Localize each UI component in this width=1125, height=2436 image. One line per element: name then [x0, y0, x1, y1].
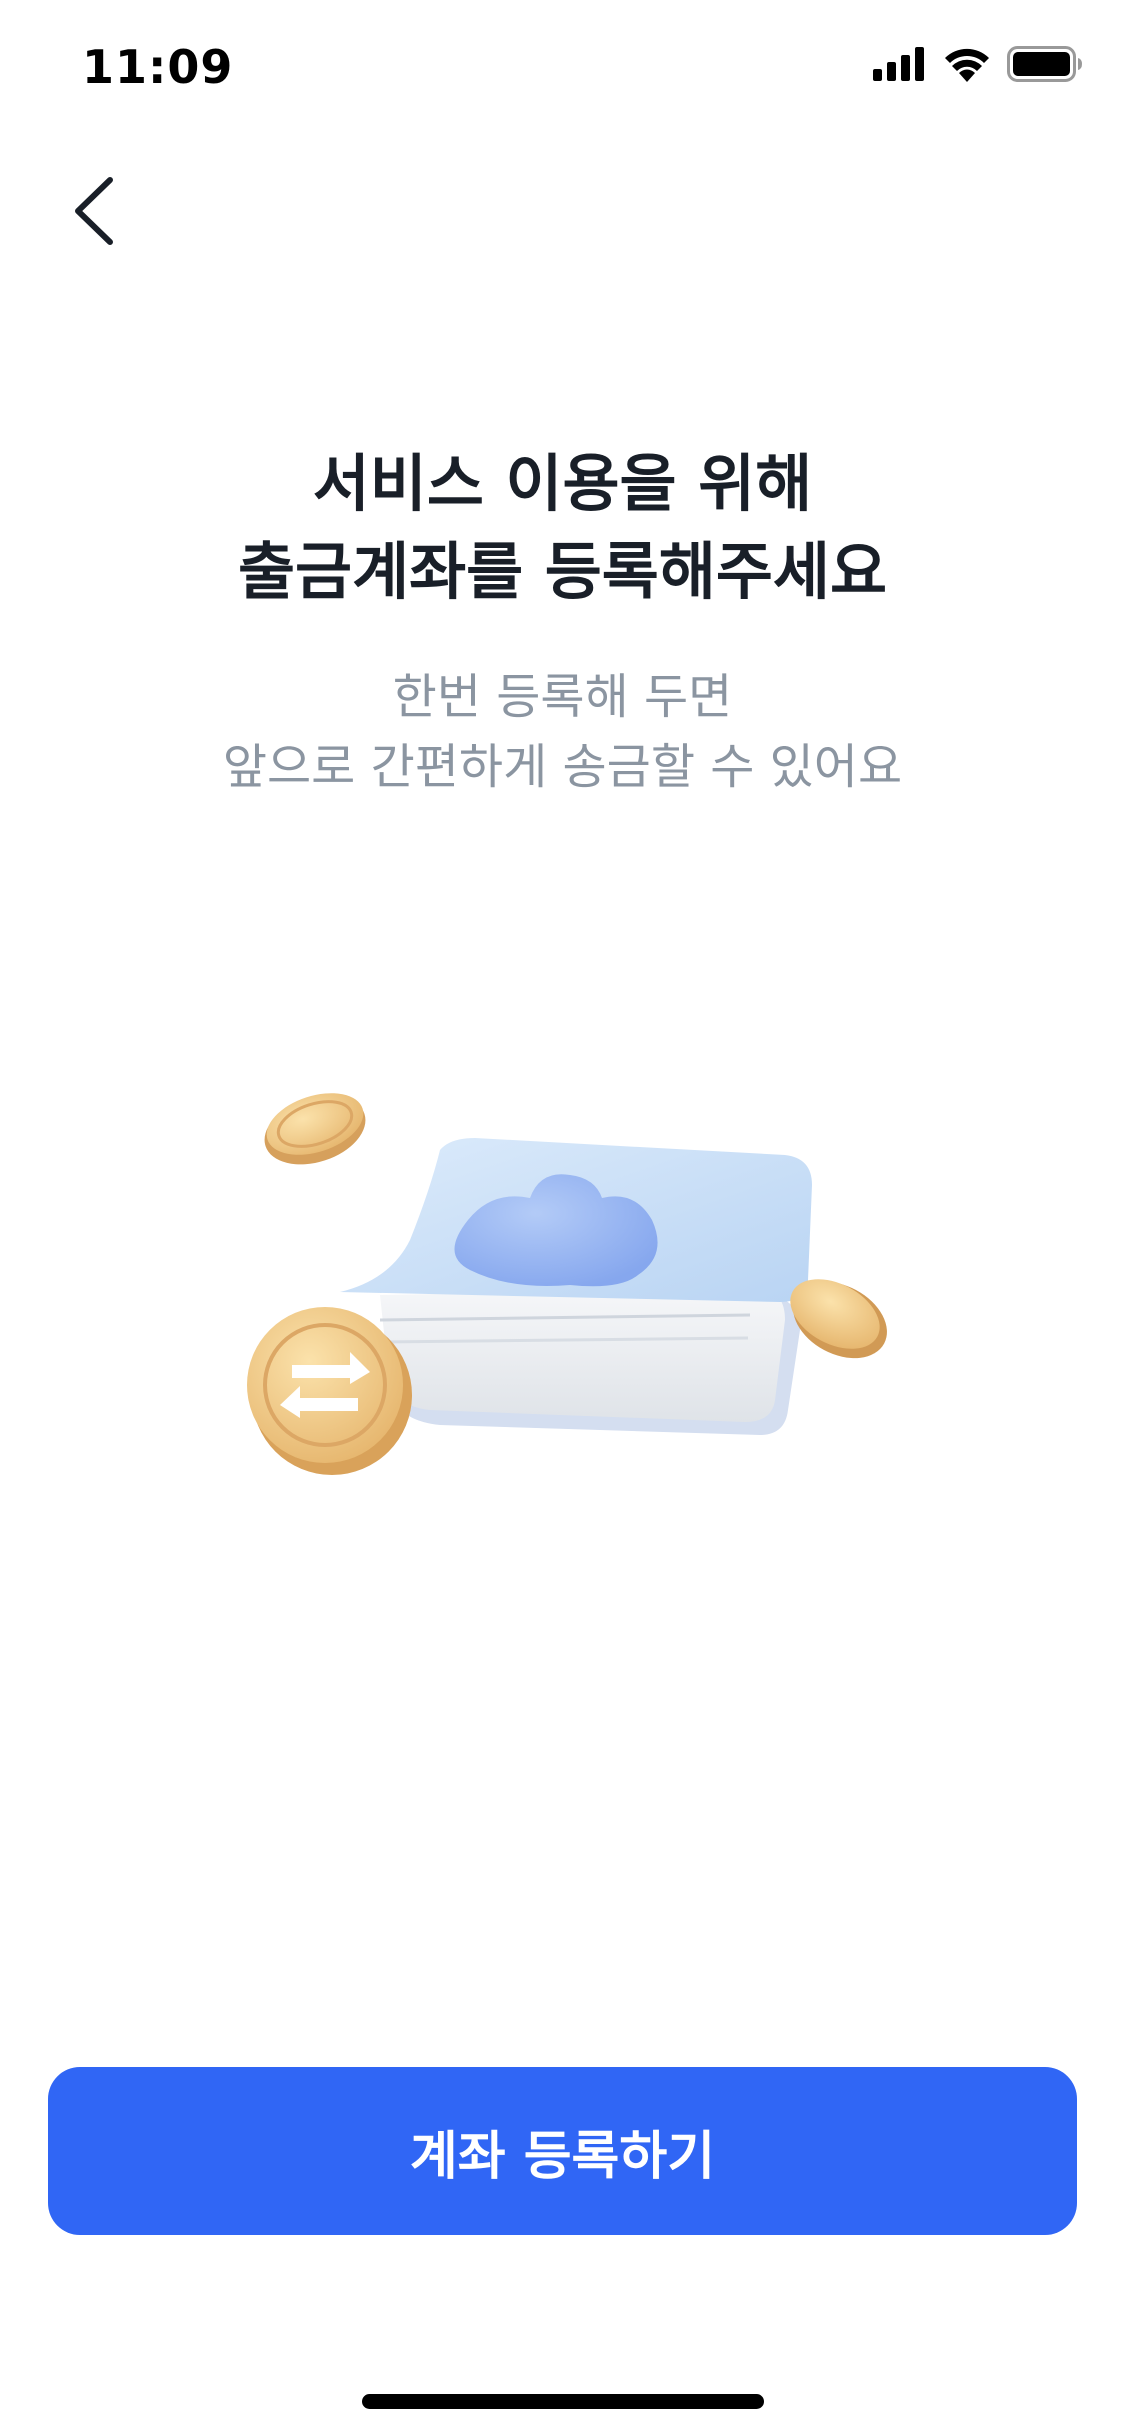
book-pages — [380, 1288, 785, 1422]
coin-small-top-left — [264, 1093, 366, 1165]
page-subtitle-line-1: 한번 등록해 두면 — [392, 669, 733, 725]
home-indicator — [362, 2394, 764, 2409]
page-subtitle: 한번 등록해 두면 앞으로 간편하게 송금할 수 있어요 — [0, 662, 1125, 802]
page-title-line-2: 출금계좌를 등록해주세요 — [237, 535, 888, 608]
chevron-left-icon — [72, 176, 116, 250]
status-time: 11:09 — [82, 40, 234, 94]
cellular-signal-icon — [873, 47, 927, 85]
battery-icon — [1007, 46, 1083, 86]
status-bar: 11:09 — [0, 0, 1125, 132]
back-button[interactable] — [54, 168, 134, 258]
status-icons — [873, 46, 1083, 86]
page-title-line-1: 서비스 이용을 위해 — [312, 447, 813, 520]
bankbook-illustration — [240, 1080, 940, 1500]
page-title: 서비스 이용을 위해 출금계좌를 등록해주세요 — [0, 440, 1125, 616]
wifi-icon — [943, 46, 991, 86]
page-subtitle-line-2: 앞으로 간편하게 송금할 수 있어요 — [222, 739, 903, 795]
register-account-button[interactable]: 계좌 등록하기 — [48, 2067, 1077, 2235]
